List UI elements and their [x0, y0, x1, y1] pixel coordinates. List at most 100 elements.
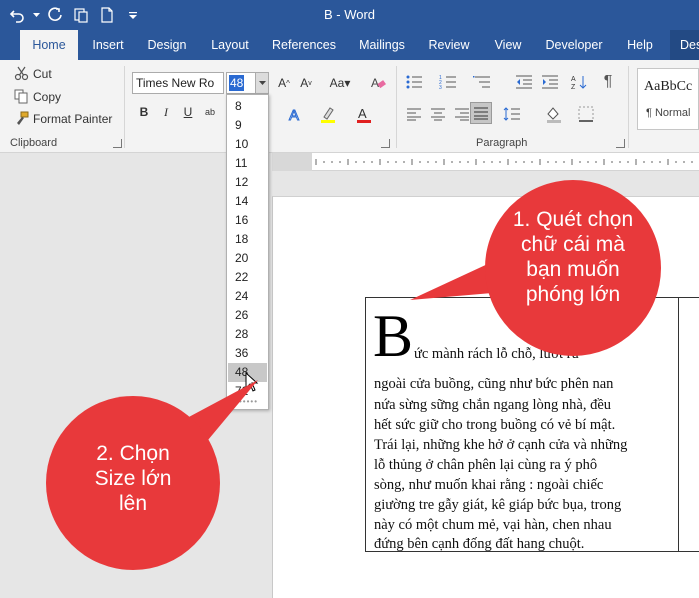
align-right-icon[interactable]	[452, 104, 472, 124]
cut-label: Cut	[33, 66, 52, 81]
ribbon-separator	[628, 66, 629, 148]
pilcrow-icon[interactable]: ¶	[598, 72, 618, 92]
copy-label: Copy	[33, 89, 62, 104]
tab-design-context[interactable]: Des	[670, 30, 699, 60]
font-size-option[interactable]: 24	[228, 287, 267, 306]
clipboard-group-label: Clipboard	[10, 137, 58, 149]
title-bar: B - Word	[0, 0, 699, 30]
font-size-option[interactable]: 36	[228, 344, 267, 363]
paragraph-line: lỗ thủng ở chân phên lại cùng ra ý phô	[374, 457, 598, 473]
tab-developer[interactable]: Developer	[539, 30, 609, 60]
ribbon: Cut Copy Format Painter Clipboard Times …	[0, 60, 699, 153]
svg-text:3: 3	[439, 85, 442, 90]
font-color-icon[interactable]: A	[354, 104, 374, 124]
text-box-adjacent	[679, 297, 699, 552]
paragraph-launcher-icon[interactable]	[616, 139, 625, 148]
tab-references[interactable]: References	[268, 30, 340, 60]
cut-button[interactable]: Cut	[14, 66, 52, 81]
callout-one-line: phóng lớn	[525, 283, 621, 306]
font-size-option[interactable]: 18	[228, 230, 267, 249]
callout-two-line: 2. Chọn	[96, 442, 170, 465]
increase-indent-icon[interactable]	[540, 72, 560, 92]
resize-grip-icon[interactable]: •••••	[239, 397, 258, 406]
tab-review[interactable]: Review	[423, 30, 475, 60]
callout-one-line: bạn muốn	[526, 258, 620, 281]
tab-help[interactable]: Help	[620, 30, 660, 60]
font-size-option[interactable]: 20	[228, 249, 267, 268]
grow-font-icon[interactable]: A ^	[274, 73, 294, 93]
text-effects-icon[interactable]: A	[286, 104, 306, 124]
shading-icon[interactable]	[544, 104, 564, 124]
multilevel-list-icon[interactable]	[472, 72, 492, 92]
font-size-option[interactable]: 8	[228, 97, 267, 116]
font-size-option[interactable]: 11	[228, 154, 267, 173]
font-size-option[interactable]: 26	[228, 306, 267, 325]
drop-cap-letter[interactable]: B	[373, 306, 413, 366]
font-size-value: 48	[229, 75, 245, 91]
font-name-input[interactable]: Times New Ro	[132, 72, 224, 94]
paragraph-line: sòng, như muốn khai rằng : ngoài chiếc	[374, 477, 604, 493]
bullets-icon[interactable]	[404, 72, 424, 92]
borders-icon[interactable]	[576, 104, 596, 124]
paragraph-group-label: Paragraph	[476, 137, 528, 149]
copy-icon	[14, 89, 28, 104]
chevron-down-icon[interactable]	[255, 73, 268, 93]
font-size-combobox[interactable]: 48	[226, 72, 269, 94]
svg-text:A: A	[289, 107, 299, 123]
paragraph-line: hết sức giữ cho trong buồng có vẻ bí mật…	[374, 417, 616, 433]
tab-insert[interactable]: Insert	[83, 30, 133, 60]
numbering-icon[interactable]: 123	[438, 72, 458, 92]
tab-layout[interactable]: Layout	[204, 30, 256, 60]
scissors-icon	[14, 66, 29, 81]
paragraph-line: giường tre gẫy giát, kê giáp bức bụa, tr…	[374, 497, 622, 513]
strikethrough-icon[interactable]: ab	[200, 102, 220, 122]
paintbrush-icon	[17, 111, 29, 125]
shrink-font-icon[interactable]: Av	[296, 73, 316, 93]
paragraph-line: Trái lại, những khe hở ở cạnh cửa và nhữ…	[374, 437, 628, 453]
font-size-option[interactable]: 28	[228, 325, 267, 344]
ribbon-tabs: Home Insert Design Layout References Mai…	[0, 30, 699, 60]
paragraph-line: ngoài cửa buồng, cũng như bức phên nan	[374, 376, 614, 392]
tab-design[interactable]: Design	[140, 30, 194, 60]
svg-text:A: A	[571, 76, 576, 83]
format-painter-button[interactable]: Format Painter	[14, 111, 112, 126]
font-size-dropdown: 8 9 10 11 12 14 16 18 20 22 24 26 28 36 …	[226, 94, 269, 410]
style-normal-label: ¶ Normal	[646, 107, 691, 119]
tab-home[interactable]: Home	[20, 30, 78, 60]
clipboard-launcher-icon[interactable]	[113, 139, 122, 148]
align-center-icon[interactable]	[428, 104, 448, 124]
decrease-indent-icon[interactable]	[514, 72, 534, 92]
svg-text:A: A	[358, 106, 367, 121]
callout-two-text: 2. Chọn Size lớn lên	[63, 441, 203, 516]
mouse-cursor-icon	[245, 372, 259, 392]
paragraph-line: ức mành rách lỗ chỗ, lướt rủ	[414, 346, 579, 362]
tab-view[interactable]: View	[488, 30, 528, 60]
align-left-icon[interactable]	[404, 104, 424, 124]
font-size-option[interactable]: 16	[228, 211, 267, 230]
paragraph-line: đứng bên cạnh đống đất hang chuột.	[374, 536, 585, 552]
justify-icon[interactable]	[470, 102, 492, 124]
change-case-icon[interactable]: Aa▾	[326, 73, 354, 93]
font-size-option[interactable]: 22	[228, 268, 267, 287]
clear-formatting-icon[interactable]: A	[368, 73, 388, 93]
format-painter-label: Format Painter	[33, 111, 113, 126]
callout-one-line: chữ cái mà	[521, 233, 625, 256]
horizontal-ruler[interactable]	[272, 153, 699, 171]
callout-one-text: 1. Quét chọn chữ cái mà bạn muốn phóng l…	[493, 207, 653, 307]
svg-text:A: A	[371, 76, 379, 90]
font-size-option[interactable]: 12	[228, 173, 267, 192]
underline-icon[interactable]: U	[178, 102, 198, 122]
line-spacing-icon[interactable]	[502, 104, 522, 124]
highlight-icon[interactable]	[318, 104, 338, 124]
ribbon-separator	[396, 66, 397, 148]
copy-button[interactable]: Copy	[14, 89, 61, 104]
style-normal[interactable]: AaBbCc ¶ Normal	[637, 68, 699, 130]
font-size-option[interactable]: 10	[228, 135, 267, 154]
tab-mailings[interactable]: Mailings	[352, 30, 412, 60]
font-size-option[interactable]: 9	[228, 116, 267, 135]
bold-icon[interactable]: B	[134, 102, 154, 122]
italic-icon[interactable]: I	[156, 102, 176, 122]
font-launcher-icon[interactable]	[381, 139, 390, 148]
font-size-option[interactable]: 14	[228, 192, 267, 211]
sort-icon[interactable]: AZ	[570, 72, 590, 92]
